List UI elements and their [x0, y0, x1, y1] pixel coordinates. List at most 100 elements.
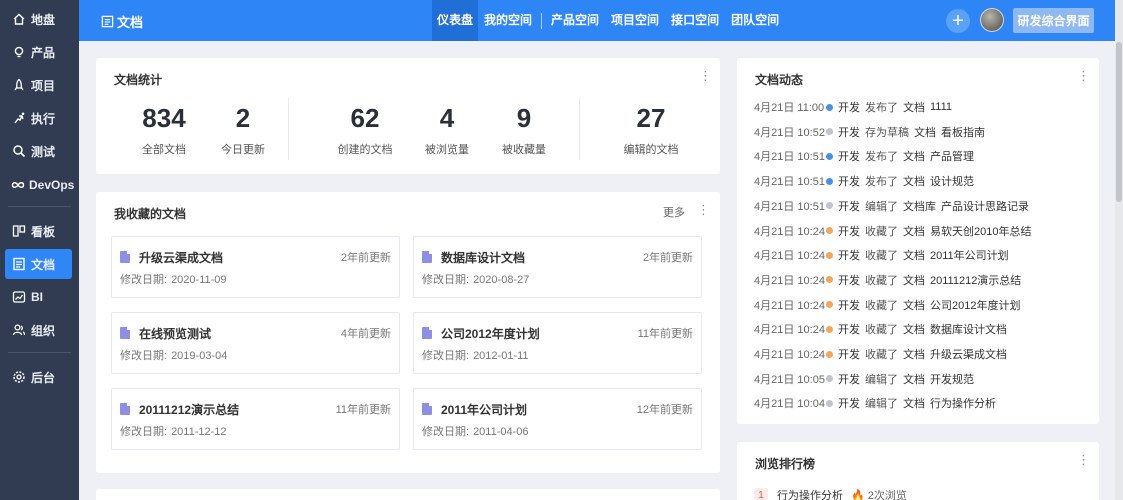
activity-action: 收藏了 — [865, 225, 898, 238]
favorite-doc-item[interactable]: 公司2012年度计划 11年前更新 修改日期: 2012-01-11 — [413, 312, 702, 374]
nav-dashboard[interactable]: 仪表盘 — [432, 0, 479, 41]
top-nav: 仪表盘 我的空间 产品空间 项目空间 接口空间 团队空间 — [432, 0, 785, 41]
sidebar-divider — [8, 352, 71, 353]
modified-date: 修改日期: 2011-04-06 — [422, 423, 529, 439]
status-dot — [826, 325, 833, 333]
stat-favorited: 9 被收藏量 — [484, 103, 564, 157]
nav-team-space[interactable]: 团队空间 — [725, 0, 785, 41]
status-dot — [826, 177, 833, 185]
favorite-doc-item[interactable]: 20111212演示总结 11年前更新 修改日期: 2011-12-12 — [111, 388, 400, 450]
gear-icon — [11, 369, 27, 385]
activity-time: 4月21日 10:52 — [754, 126, 825, 139]
activity-doc-name[interactable]: 公司2012年度计划 — [930, 297, 1020, 313]
avatar[interactable] — [980, 8, 1004, 32]
activity-row[interactable]: 4月21日 10:24 开发 收藏了 文档 20111212演示总结 — [754, 271, 1021, 289]
sidebar-item-6[interactable]: 看板 — [5, 216, 72, 246]
sidebar-item-5[interactable]: DevOps — [5, 170, 75, 200]
date-prefix: 修改日期: — [422, 274, 470, 286]
favorite-doc-item[interactable]: 2011年公司计划 12年前更新 修改日期: 2011-04-06 — [413, 388, 702, 450]
activity-user: 开发 — [838, 126, 860, 139]
switch-interface-button[interactable]: 研发综合界面 — [1013, 8, 1094, 33]
activity-doc-name[interactable]: 产品管理 — [930, 148, 974, 164]
activity-time: 4月21日 10:24 — [754, 299, 825, 312]
sidebar-item-8[interactable]: BI — [5, 282, 72, 312]
favorite-doc-item[interactable]: 升级云渠成文档 2年前更新 修改日期: 2020-11-09 — [111, 236, 400, 298]
updated-ago: 2年前更新 — [642, 252, 693, 264]
activity-time: 4月21日 10:24 — [754, 349, 825, 361]
plus-icon: + — [952, 10, 964, 32]
sidebar-item-0[interactable]: 地盘 — [5, 4, 72, 34]
divider — [288, 98, 289, 160]
activity-doc-name[interactable]: 开发规范 — [930, 371, 974, 387]
more-options-icon[interactable]: ⋮ — [697, 203, 710, 216]
nav-project-space[interactable]: 项目空间 — [605, 0, 665, 41]
favorite-doc-item[interactable]: 在线预览测试 4年前更新 修改日期: 2019-03-04 — [111, 312, 400, 374]
activity-row[interactable]: 4月21日 10:05 开发 编辑了 文档 开发规范 — [754, 370, 974, 388]
status-dot — [826, 128, 833, 136]
date-value: 2012-01-11 — [473, 350, 529, 362]
sidebar-item-1[interactable]: 产品 — [5, 37, 72, 67]
favorite-doc-item[interactable]: 数据库设计文档 2年前更新 修改日期: 2020-08-27 — [413, 236, 702, 298]
more-options-icon[interactable]: ⋮ — [1077, 69, 1090, 82]
activity-doc-name[interactable]: 看板指南 — [941, 124, 985, 140]
sidebar-item-label: DevOps — [29, 178, 75, 192]
stat-value: 9 — [516, 103, 532, 133]
activity-doc-name[interactable]: 设计规范 — [930, 173, 974, 189]
sidebar-item-3[interactable]: 执行 — [5, 103, 72, 133]
activity-row[interactable]: 4月21日 10:51 开发 发布了 文档 产品管理 — [754, 147, 974, 165]
activity-doc-name[interactable]: 易软天创2010年总结 — [930, 223, 1031, 239]
sidebar-item-9[interactable]: 组织 — [5, 315, 72, 345]
activity-time: 4月21日 10:24 — [754, 274, 825, 287]
status-dot — [826, 276, 833, 284]
activity-row[interactable]: 4月21日 10:51 开发 发布了 文档 设计规范 — [754, 172, 974, 190]
stat-label: 创建的文档 — [337, 144, 393, 156]
card-title: 我收藏的文档 — [114, 207, 187, 221]
sidebar-item-7[interactable]: 文档 — [5, 249, 72, 279]
activity-doc-name[interactable]: 20111212演示总结 — [930, 272, 1021, 288]
activity-row[interactable]: 4月21日 10:52 开发 存为草稿 文档 看板指南 — [754, 123, 985, 141]
activity-time: 4月21日 10:24 — [754, 250, 825, 263]
activity-type: 文档 — [903, 176, 925, 189]
activity-doc-name[interactable]: 1111 — [930, 101, 952, 113]
status-dot — [826, 301, 833, 309]
activity-user: 开发 — [838, 176, 860, 189]
activity-time: 4月21日 10:51 — [754, 200, 825, 213]
stat-label: 被浏览量 — [425, 144, 469, 156]
activity-row[interactable]: 4月21日 10:24 开发 收藏了 文档 易软天创2010年总结 — [754, 222, 1031, 240]
sidebar-item-10[interactable]: 后台 — [5, 362, 72, 392]
sidebar-item-label: BI — [31, 290, 43, 304]
activity-row[interactable]: 4月21日 10:24 开发 收藏了 文档 公司2012年度计划 — [754, 296, 1020, 314]
sidebar-item-4[interactable]: 测试 — [5, 136, 72, 166]
activity-doc-name[interactable]: 升级云渠成文档 — [930, 346, 1007, 362]
updated-ago: 11年前更新 — [637, 328, 693, 340]
activity-row[interactable]: 4月21日 11:00 开发 发布了 文档 1111 — [754, 98, 952, 116]
more-options-icon[interactable]: ⋮ — [1077, 453, 1090, 466]
activity-row[interactable]: 4月21日 10:24 开发 收藏了 文档 2011年公司计划 — [754, 246, 1009, 264]
activity-type: 文档 — [903, 324, 925, 337]
updated-ago: 12年前更新 — [636, 404, 693, 416]
status-dot — [826, 152, 833, 160]
more-options-icon[interactable]: ⋮ — [699, 69, 712, 82]
nav-my-space[interactable]: 我的空间 — [478, 0, 538, 41]
nav-product-space[interactable]: 产品空间 — [545, 0, 605, 41]
date-prefix: 修改日期: — [422, 350, 470, 362]
sidebar-item-label: 组织 — [31, 323, 56, 338]
status-dot — [826, 103, 833, 111]
activity-row[interactable]: 4月21日 10:24 开发 收藏了 文档 升级云渠成文档 — [754, 345, 1007, 363]
app-title[interactable]: 文档 — [101, 12, 143, 31]
board-icon — [11, 223, 27, 239]
modified-date: 修改日期: 2020-08-27 — [422, 271, 529, 287]
stat-label: 今日更新 — [221, 144, 265, 156]
more-link[interactable]: 更多 — [663, 204, 685, 220]
sidebar-item-2[interactable]: 项目 — [5, 70, 72, 100]
activity-doc-name[interactable]: 2011年公司计划 — [930, 247, 1009, 263]
activity-row[interactable]: 4月21日 10:24 开发 收藏了 文档 数据库设计文档 — [754, 320, 1007, 338]
add-button[interactable]: + — [946, 9, 970, 33]
activity-row[interactable]: 4月21日 10:51 开发 编辑了 文档库 产品设计思路记录 — [754, 197, 1029, 215]
activity-doc-name[interactable]: 数据库设计文档 — [930, 321, 1007, 337]
activity-doc-name[interactable]: 产品设计思路记录 — [941, 198, 1029, 214]
scrollbar-thumb[interactable] — [1116, 42, 1122, 202]
ranking-row[interactable]: 1 行为操作分析 🔥 2次浏览 — [754, 487, 907, 500]
run-icon — [11, 110, 27, 126]
nav-api-space[interactable]: 接口空间 — [665, 0, 725, 41]
